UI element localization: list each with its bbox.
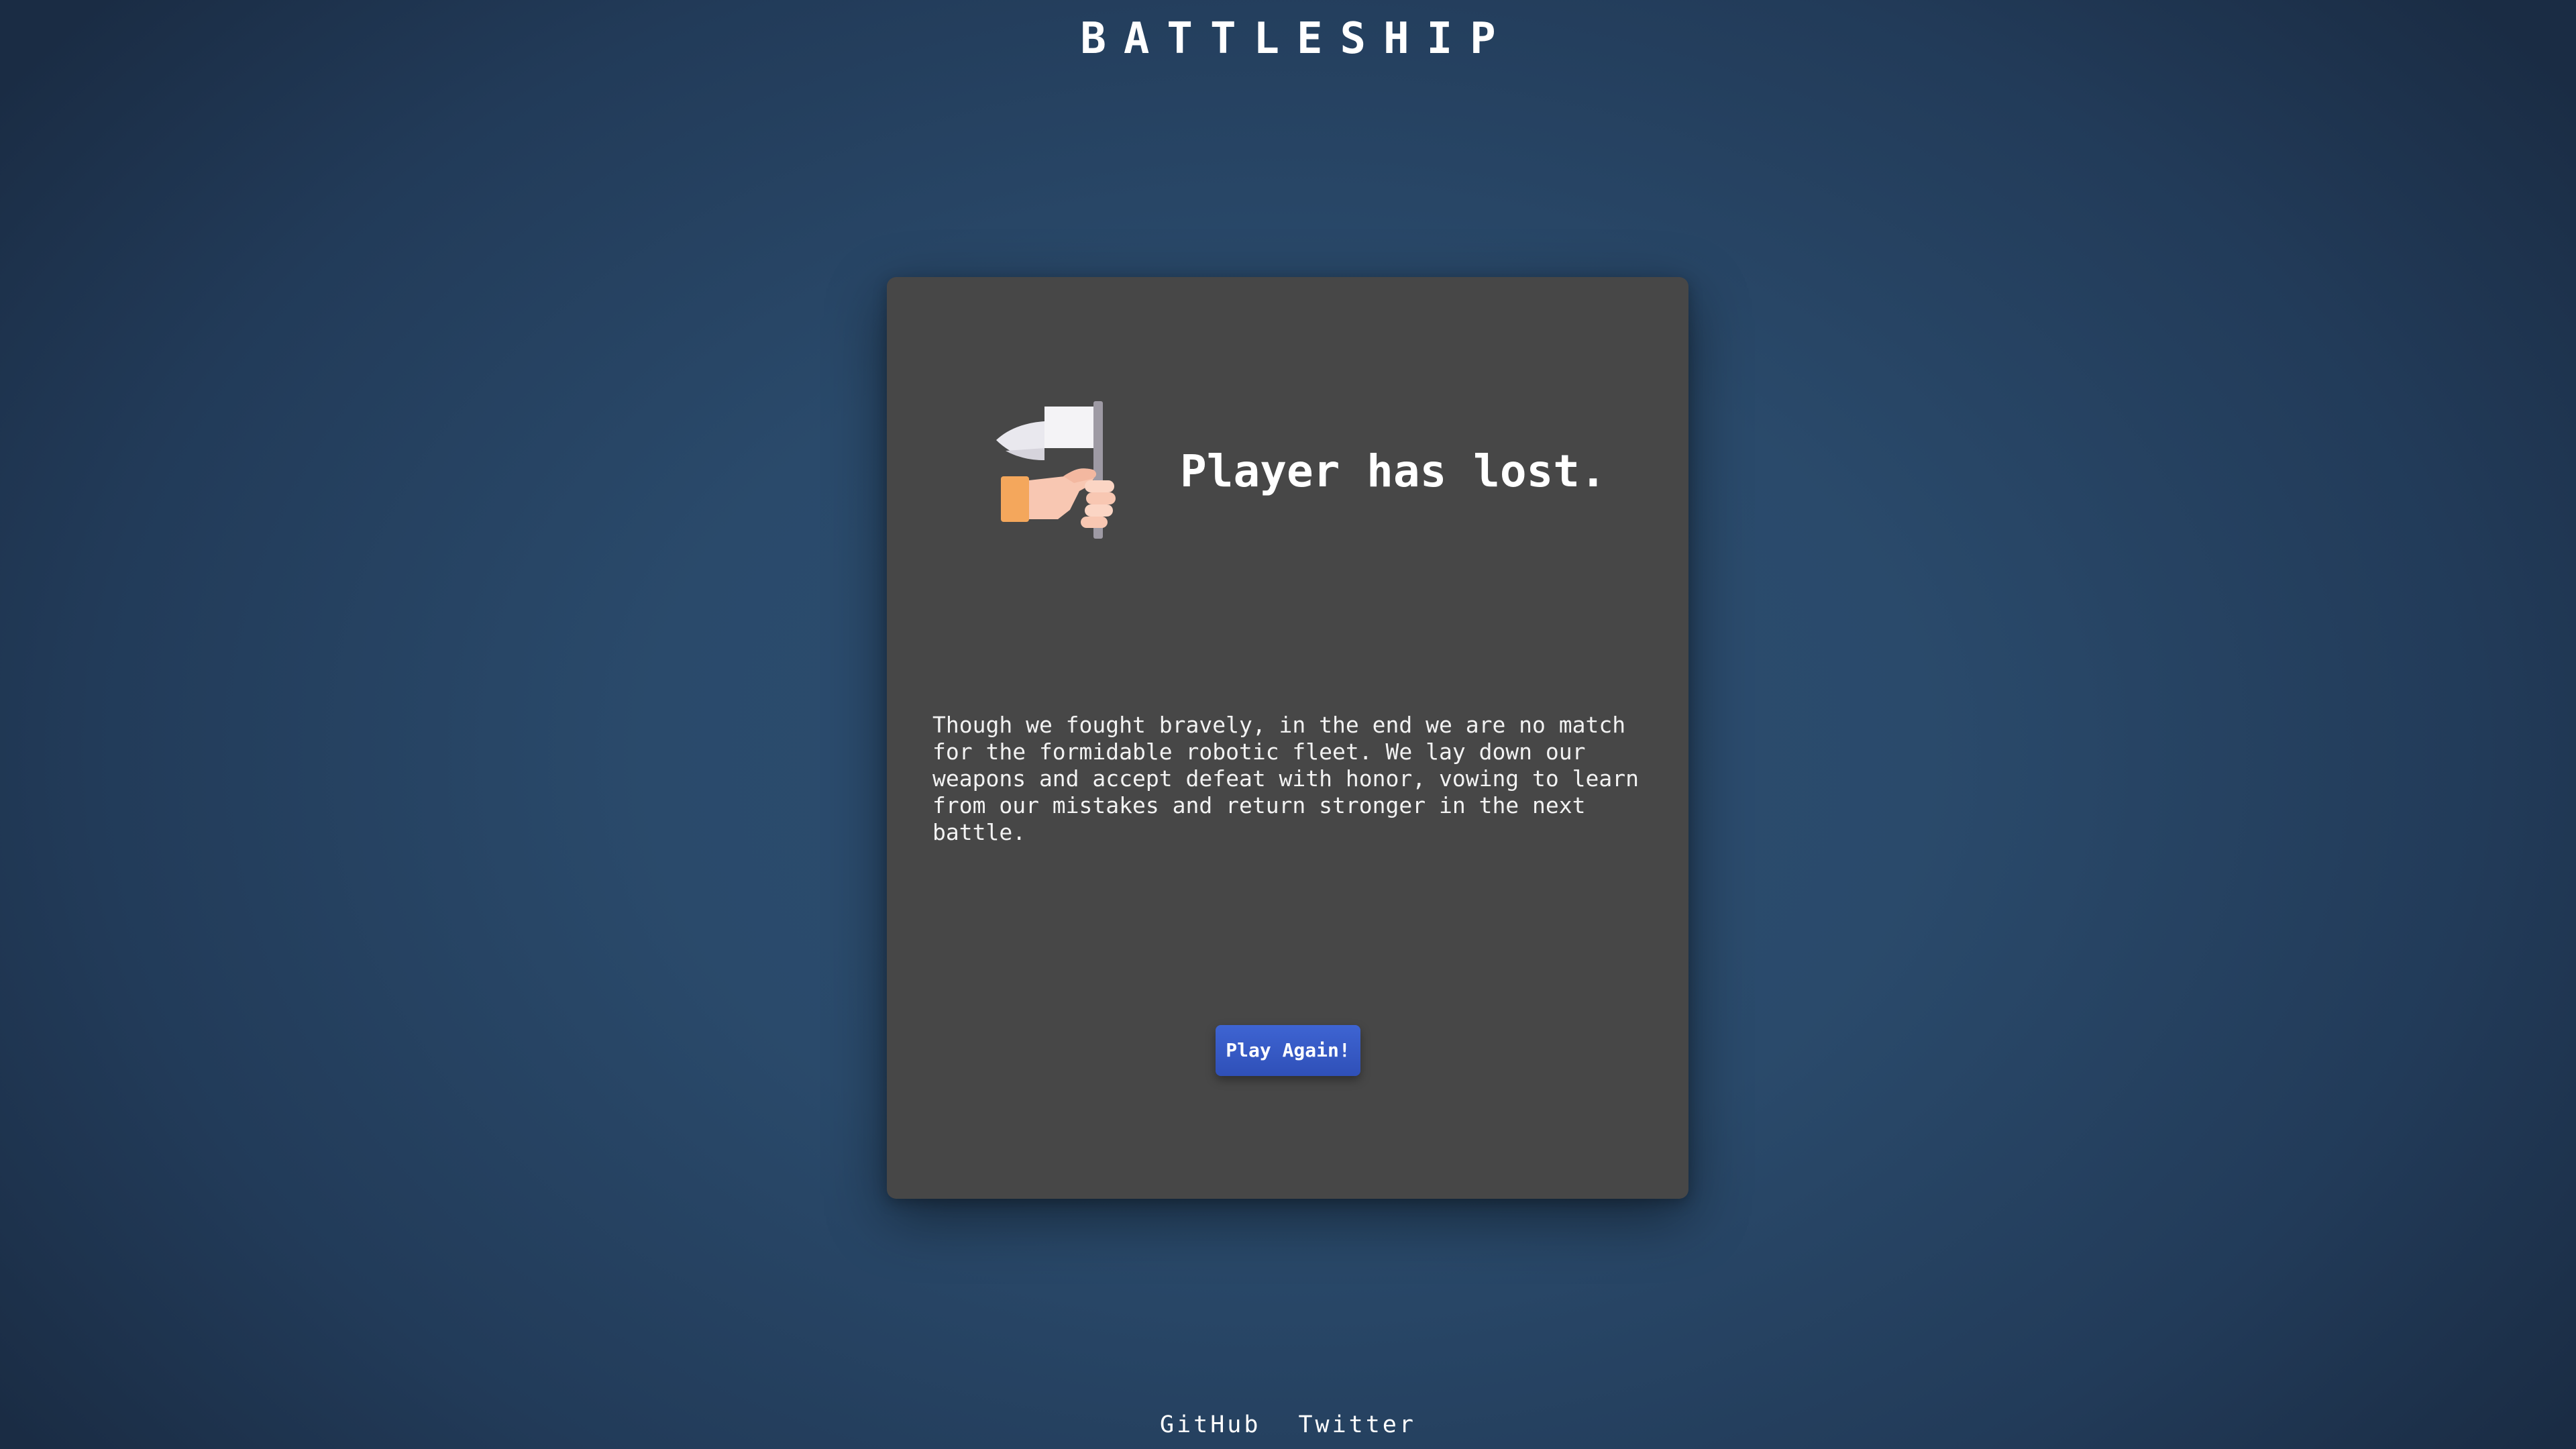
white-flag-surrender-icon: [996, 401, 1116, 539]
result-header: Player has lost.: [991, 398, 1607, 545]
site-title: BATTLESHIP: [1080, 14, 1513, 64]
play-again-button[interactable]: Play Again!: [1216, 1025, 1360, 1076]
result-heading: Player has lost.: [1180, 445, 1607, 497]
result-message: Though we fought bravely, in the end we …: [932, 712, 1639, 845]
footer: GitHub Twitter: [0, 1409, 2576, 1441]
github-link[interactable]: GitHub: [1160, 1411, 1260, 1438]
result-card: Player has lost. Though we fought bravel…: [887, 277, 1688, 1199]
twitter-link[interactable]: Twitter: [1298, 1411, 1416, 1438]
